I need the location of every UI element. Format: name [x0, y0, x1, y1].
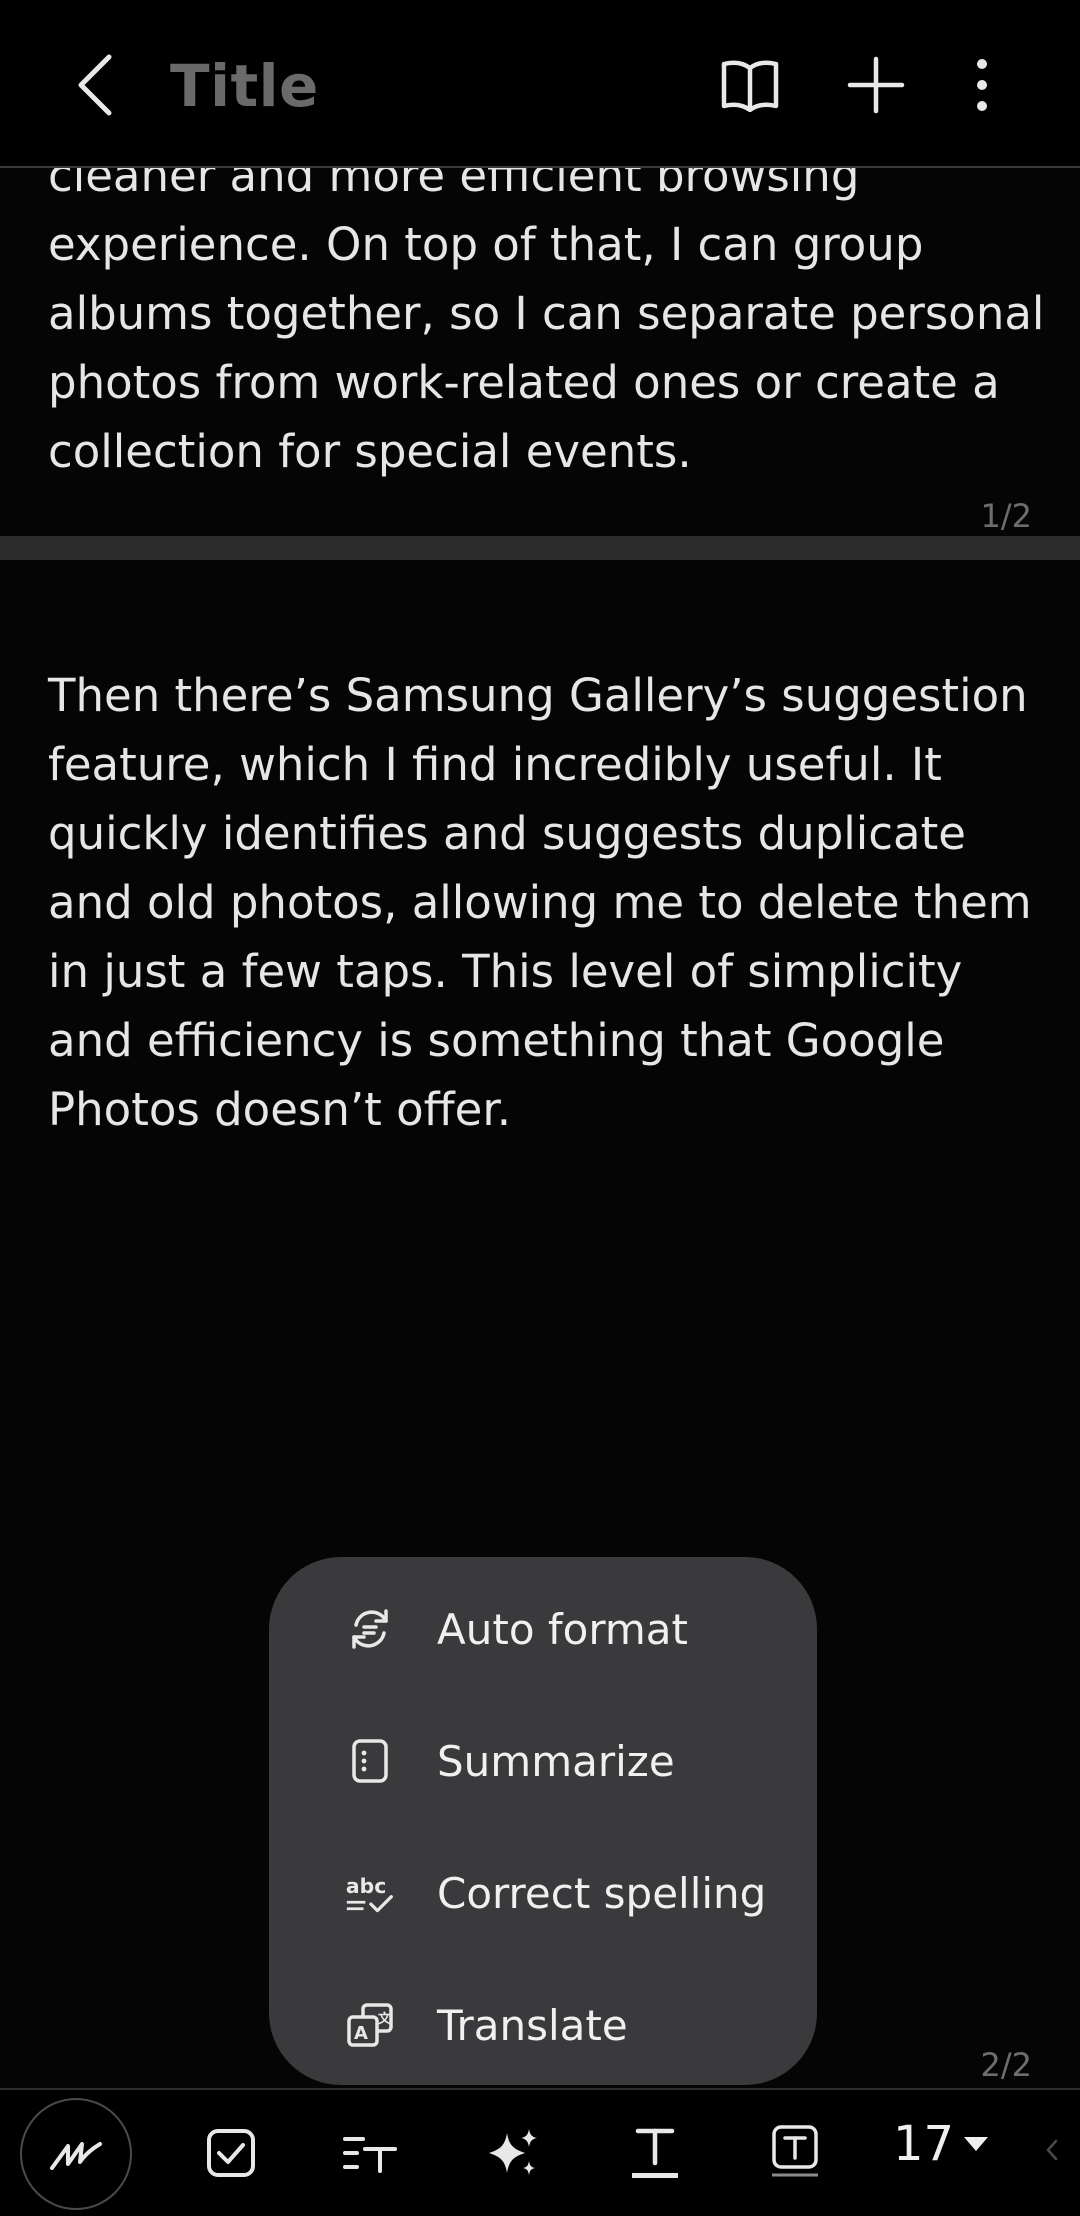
auto-format-icon [345, 1604, 395, 1654]
ai-assist-button[interactable] [468, 2108, 558, 2198]
checklist-button[interactable] [186, 2108, 276, 2198]
text-color-button[interactable] [610, 2108, 700, 2198]
svg-text:A: A [354, 2023, 368, 2044]
note-title[interactable]: Title [170, 52, 319, 120]
translate-icon: A 文 [345, 2000, 395, 2050]
more-options-button[interactable] [942, 50, 1022, 120]
menu-item-label: Correct spelling [437, 1868, 767, 1918]
back-button[interactable] [60, 45, 130, 125]
text-color-icon [632, 2128, 678, 2178]
text-box-icon [772, 2125, 818, 2177]
menu-item-label: Auto format [437, 1604, 688, 1654]
app-header: Title [0, 0, 1080, 168]
book-open-icon [721, 60, 779, 112]
menu-item-auto-format[interactable]: Auto format [269, 1563, 817, 1695]
ai-assist-menu: Auto format Summarize abc Correct spelli… [269, 1557, 817, 2085]
menu-item-summarize[interactable]: Summarize [269, 1695, 817, 1827]
font-size-selector[interactable]: 17 [893, 2116, 989, 2172]
add-page-button[interactable] [836, 50, 916, 120]
checkbox-icon [207, 2129, 255, 2177]
chevron-left-icon [78, 54, 112, 116]
menu-item-correct-spelling[interactable]: abc Correct spelling [269, 1827, 817, 1959]
sparkle-icon [489, 2129, 537, 2175]
page-number-label: 2/2 [980, 2046, 1033, 2084]
caret-down-icon [964, 2137, 989, 2151]
plus-icon [847, 56, 905, 114]
text-style-button[interactable] [326, 2108, 416, 2198]
page-separator [0, 536, 1080, 560]
summarize-icon [345, 1736, 395, 1786]
note-body-text[interactable]: Then there’s Samsung Gallery’s suggestio… [48, 661, 1048, 1144]
page-number-label: 1/2 [980, 497, 1033, 535]
text-format-icon [343, 2137, 397, 2173]
svg-text:abc: abc [346, 1874, 386, 1898]
chevron-left-icon [1046, 2139, 1058, 2161]
font-size-value: 17 [893, 2116, 955, 2172]
more-vertical-icon [977, 59, 987, 111]
reading-mode-button[interactable] [710, 50, 790, 120]
note-body-text[interactable]: cleaner and more efficient browsing expe… [48, 141, 1048, 486]
svg-text:文: 文 [378, 2011, 392, 2027]
handwriting-button[interactable] [20, 2098, 132, 2210]
spell-check-icon: abc [345, 1868, 395, 1918]
menu-item-label: Translate [437, 2000, 628, 2050]
text-highlight-button[interactable] [750, 2108, 840, 2198]
menu-item-label: Summarize [437, 1736, 675, 1786]
toolbar-expand-handle[interactable] [1042, 2130, 1062, 2170]
menu-item-translate[interactable]: A 文 Translate [269, 1959, 817, 2091]
pen-scribble-icon [50, 2142, 102, 2170]
bottom-toolbar: 17 [0, 2088, 1080, 2216]
